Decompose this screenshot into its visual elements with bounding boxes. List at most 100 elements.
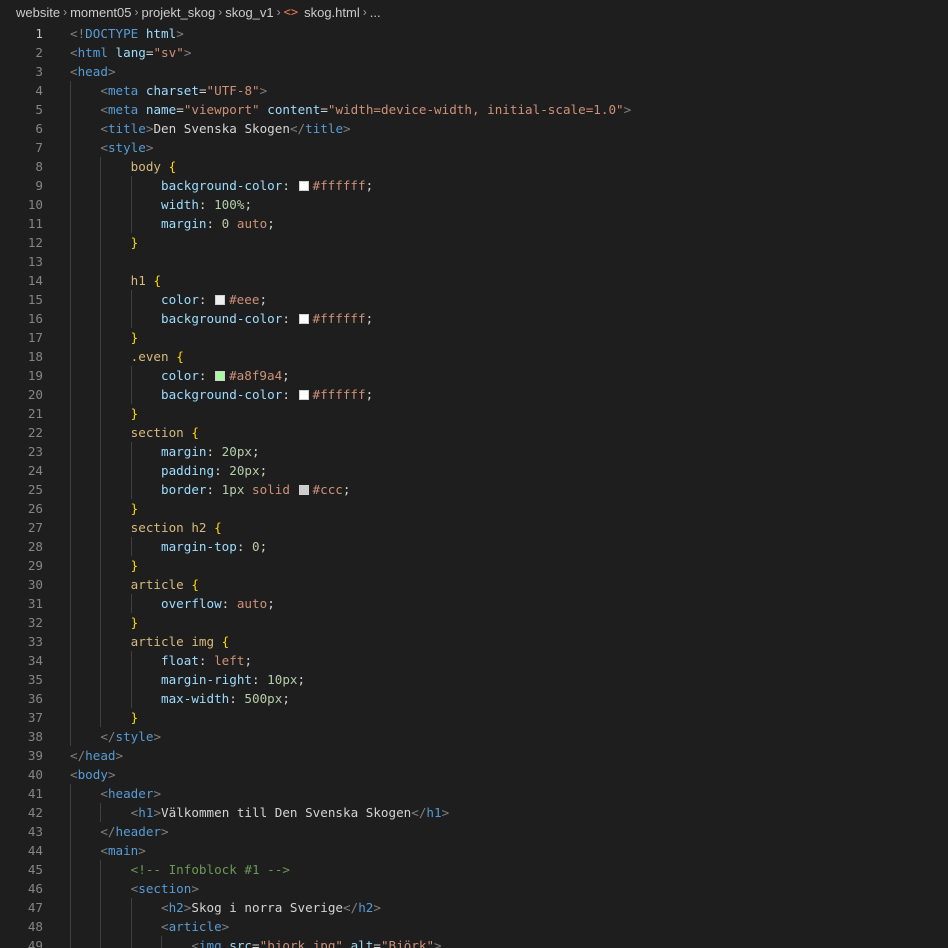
color-swatch-icon[interactable] (298, 181, 309, 191)
code-token: 1px (221, 482, 245, 497)
code-line[interactable]: margin-top: 0; (70, 537, 267, 556)
code-token: content (267, 102, 321, 117)
code-token: > (176, 26, 184, 41)
code-line[interactable]: margin: 20px; (70, 442, 260, 461)
code-area[interactable]: <!DOCTYPE html> <html lang="sv"> <head> <m… (70, 24, 948, 948)
color-swatch-icon[interactable] (298, 390, 309, 400)
code-token: { (221, 634, 230, 649)
code-token: ; (244, 197, 253, 212)
code-token: h1 (138, 805, 154, 820)
code-line[interactable]: <style> (70, 138, 153, 157)
line-number: 14 (27, 273, 43, 288)
breadcrumb-item-file[interactable]: skog.html (304, 5, 360, 20)
code-line[interactable]: <h1>Välkommen till Den Svenska Skogen</h… (70, 803, 450, 822)
code-line[interactable]: background-color: #ffffff; (70, 176, 373, 195)
code-token: = (176, 102, 184, 117)
chevron-right-icon: › (362, 5, 367, 19)
code-token: > (259, 83, 268, 98)
code-line[interactable]: <meta name="viewport" content="width=dev… (70, 100, 631, 119)
code-line[interactable]: } (70, 708, 139, 727)
code-line[interactable]: } (70, 328, 139, 347)
code-line[interactable]: } (70, 556, 139, 575)
color-swatch-icon[interactable] (215, 295, 226, 305)
code-token: } (130, 558, 139, 573)
code-token: : (236, 539, 252, 554)
code-line[interactable]: <img src="bjork.jpg" alt="Björk"> (70, 936, 441, 948)
code-line[interactable]: <article> (70, 917, 229, 936)
code-line[interactable]: </head> (70, 746, 123, 765)
line-number: 37 (27, 710, 43, 725)
code-line[interactable]: <meta charset="UTF-8"> (70, 81, 267, 100)
code-token: > (441, 805, 450, 820)
code-token: < (70, 45, 78, 60)
code-line[interactable]: margin-right: 10px; (70, 670, 305, 689)
code-line[interactable]: } (70, 404, 139, 423)
breadcrumb-item-projekt-skog[interactable]: projekt_skog (142, 5, 216, 20)
code-line[interactable]: background-color: #ffffff; (70, 309, 373, 328)
code-token: 100% (214, 197, 245, 212)
code-editor[interactable]: 1 2 3 4 5 6 7 8 9 10 11 12 13 14 15 16 17 18 19 20 21 22 23 24 2… (0, 24, 948, 948)
code-line[interactable]: float: left; (70, 651, 252, 670)
breadcrumb-item-website[interactable]: website (16, 5, 60, 20)
code-line[interactable]: <head> (70, 62, 116, 81)
code-line[interactable]: <title>Den Svenska Skogen</title> (70, 119, 350, 138)
line-number-gutter: 1 2 3 4 5 6 7 8 9 10 11 12 13 14 15 16 17 18 19 20 21 22 23 24 2… (0, 24, 48, 948)
code-token: meta (107, 102, 139, 117)
code-token: { (168, 159, 177, 174)
code-token: head (77, 64, 108, 79)
code-line[interactable]: overflow: auto; (70, 594, 275, 613)
chevron-right-icon: › (218, 5, 223, 19)
color-swatch-icon[interactable] (298, 485, 309, 495)
code-line[interactable]: article { (70, 575, 199, 594)
code-line[interactable]: <html lang="sv"> (70, 43, 191, 62)
code-line[interactable]: section { (70, 423, 199, 442)
code-token: style (107, 140, 146, 155)
code-line[interactable]: } (70, 233, 139, 252)
code-line[interactable]: </header> (70, 822, 168, 841)
code-line[interactable]: </style> (70, 727, 161, 746)
code-line[interactable]: <section> (70, 879, 199, 898)
line-number: 25 (27, 482, 43, 497)
code-line[interactable]: color: #eee; (70, 290, 267, 309)
code-token: ; (342, 482, 351, 497)
code-line[interactable]: body { (70, 157, 177, 176)
code-token: > (221, 919, 230, 934)
code-line[interactable]: <!DOCTYPE html> (70, 24, 184, 43)
code-line[interactable]: } (70, 613, 139, 632)
code-line[interactable]: article img { (70, 632, 230, 651)
code-line[interactable]: margin: 0 auto; (70, 214, 275, 233)
code-line[interactable]: max-width: 500px; (70, 689, 290, 708)
breadcrumb-item-skog-v1[interactable]: skog_v1 (225, 5, 273, 20)
code-line[interactable]: h1 { (70, 271, 161, 290)
chevron-right-icon: › (63, 5, 68, 19)
code-line[interactable]: padding: 20px; (70, 461, 267, 480)
code-line[interactable]: <h2>Skog i norra Sverige</h2> (70, 898, 381, 917)
code-line[interactable]: } (70, 499, 139, 518)
code-line[interactable]: <body> (70, 765, 116, 784)
code-token: main (107, 843, 139, 858)
code-line[interactable]: <main> (70, 841, 146, 860)
code-token: : (198, 197, 215, 212)
code-token: html (145, 26, 177, 41)
line-number: 12 (27, 235, 43, 250)
line-number: 32 (27, 615, 43, 630)
code-line[interactable]: .even { (70, 347, 184, 366)
breadcrumb-item-moment05[interactable]: moment05 (70, 5, 131, 20)
code-line[interactable]: width: 100%; (70, 195, 252, 214)
code-line[interactable]: section h2 { (70, 518, 222, 537)
code-token: "viewport" (183, 102, 260, 117)
color-swatch-icon[interactable] (298, 314, 309, 324)
line-number: 20 (27, 387, 43, 402)
code-line[interactable]: border: 1px solid #ccc; (70, 480, 350, 499)
color-swatch-icon[interactable] (215, 371, 226, 381)
code-line[interactable]: color: #a8f9a4; (70, 366, 290, 385)
code-line[interactable]: <!-- Infoblock #1 --> (70, 860, 290, 879)
breadcrumb-ellipsis[interactable]: ... (370, 5, 381, 20)
code-line[interactable]: <header> (70, 784, 161, 803)
code-line[interactable]: background-color: #ffffff; (70, 385, 373, 404)
